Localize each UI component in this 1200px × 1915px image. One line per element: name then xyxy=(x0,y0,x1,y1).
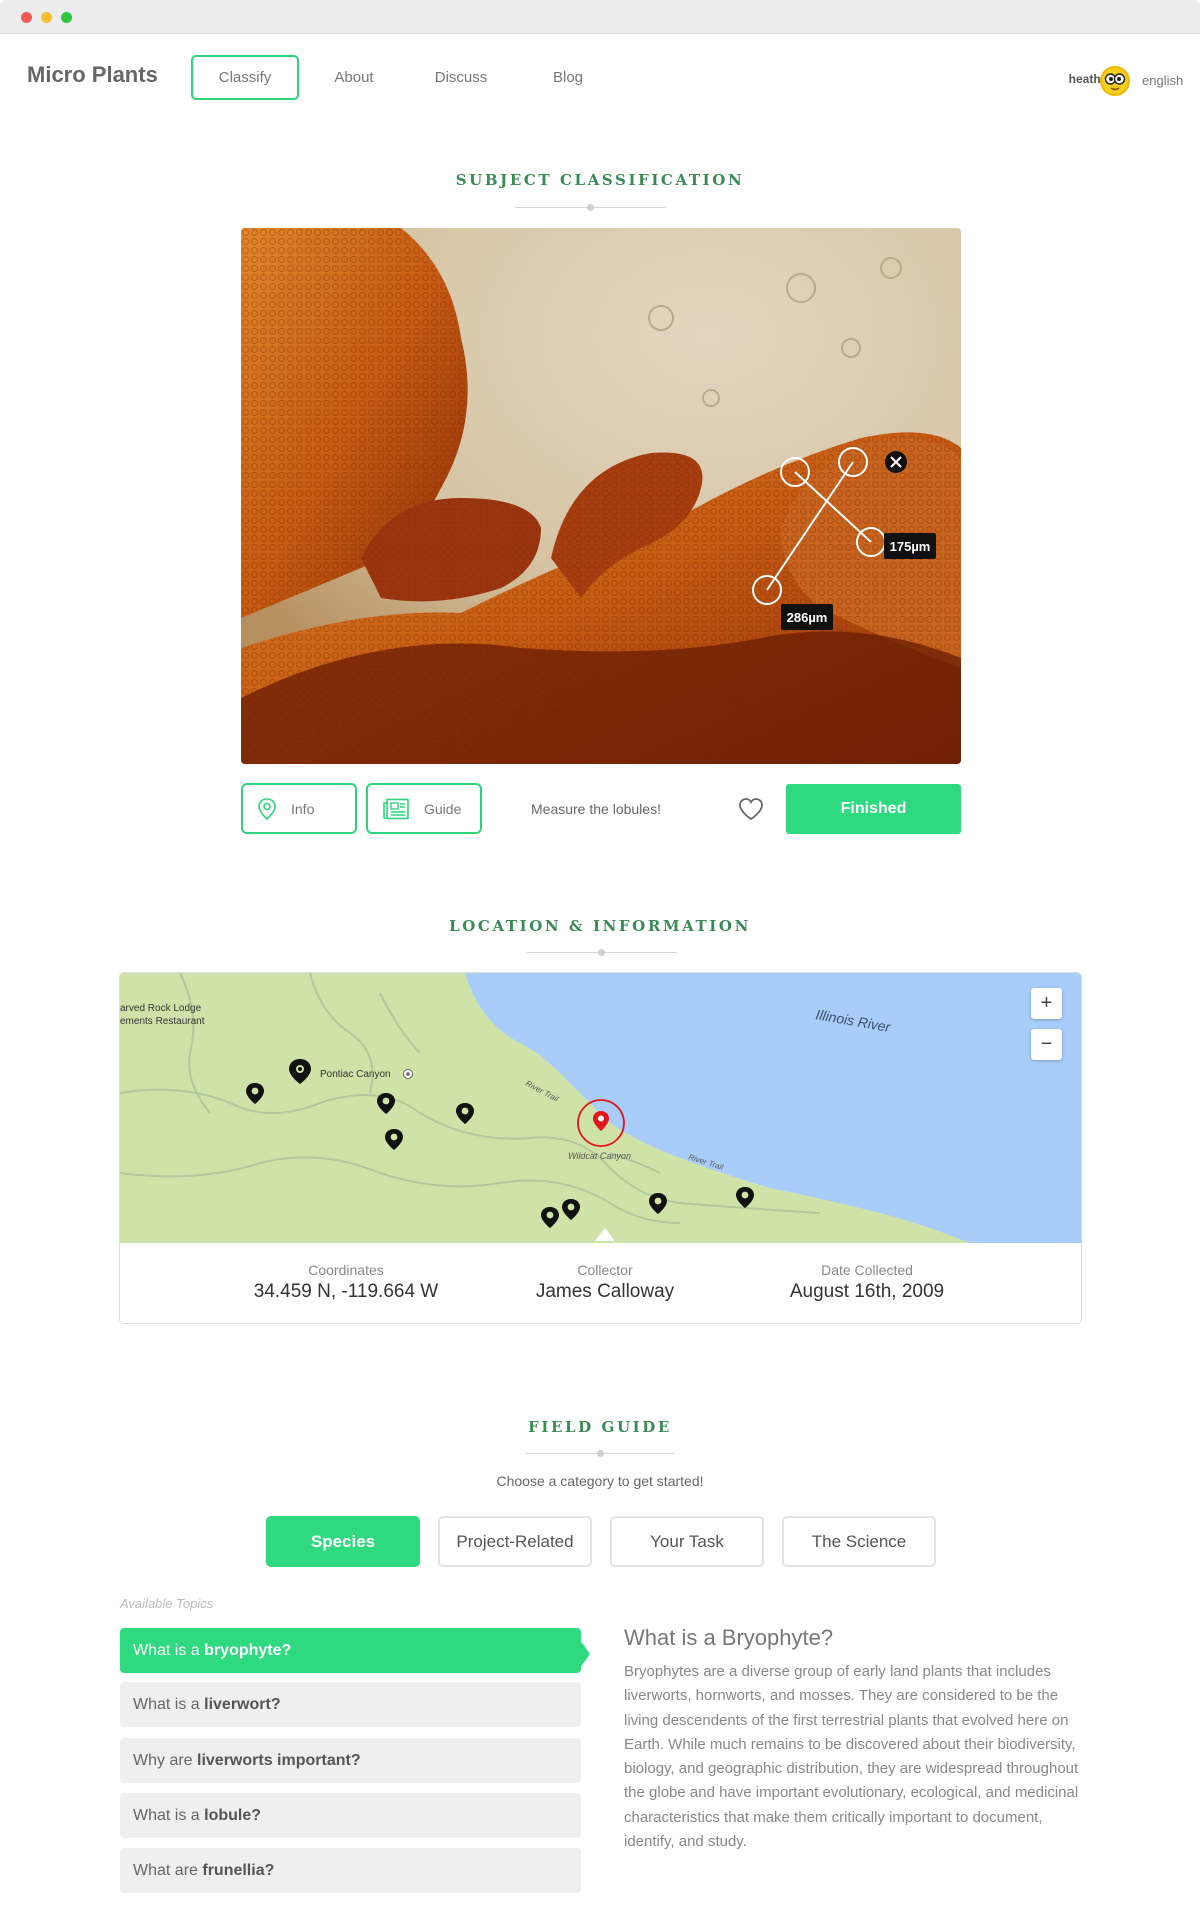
topic-item-lobule[interactable]: What is a lobule? xyxy=(120,1793,581,1838)
date-collected-value: August 16th, 2009 xyxy=(789,1281,945,1302)
category-tab-project-related[interactable]: Project-Related xyxy=(438,1516,592,1567)
map-label-pontiac: Pontiac Canyon xyxy=(320,1069,391,1080)
topic-term: bryophyte? xyxy=(204,1641,292,1659)
svg-text:175µm: 175µm xyxy=(890,539,931,554)
location-pin-icon xyxy=(257,797,277,821)
language-selector[interactable]: english xyxy=(1142,73,1183,88)
topic-prefix: What is a xyxy=(133,1806,205,1824)
map-label-wildcat: Wildcat Canyon xyxy=(568,1151,631,1161)
date-collected-info: Date Collected August 16th, 2009 xyxy=(737,1262,997,1303)
collector-value: James Calloway xyxy=(535,1281,675,1302)
topic-term: frunellia? xyxy=(202,1861,275,1879)
coordinates-value: 34.459 N, -119.664 W xyxy=(253,1281,439,1302)
divider-dot xyxy=(597,1450,604,1457)
nav-discuss[interactable]: Discuss xyxy=(416,55,506,100)
topic-prefix: What is a xyxy=(133,1695,205,1713)
measurement-label-286: 286µm xyxy=(781,604,833,630)
coordinates-label: Coordinates xyxy=(308,1262,384,1278)
maximize-window-button[interactable] xyxy=(61,12,72,23)
measurement-label-175: 175µm xyxy=(884,533,936,559)
topic-prefix: Why are xyxy=(133,1751,198,1769)
collector-label: Collector xyxy=(577,1262,633,1278)
nav-blog[interactable]: Blog xyxy=(528,55,608,100)
info-button[interactable]: Info xyxy=(241,783,357,834)
zoom-in-button[interactable]: + xyxy=(1031,988,1062,1019)
zoom-out-button[interactable]: − xyxy=(1031,1029,1062,1060)
guide-button-label: Guide xyxy=(424,800,462,817)
coordinates-info: Coordinates 34.459 N, -119.664 W xyxy=(216,1262,476,1303)
category-tab-the-science[interactable]: The Science xyxy=(782,1516,936,1567)
subject-image[interactable]: 175µm 286µm xyxy=(241,228,961,764)
map-label-restaurant: ements Restaurant xyxy=(120,1016,205,1027)
collector-info: Collector James Calloway xyxy=(475,1262,735,1303)
nav-classify[interactable]: Classify xyxy=(191,55,299,100)
topic-term: liverworts important? xyxy=(197,1751,361,1769)
map-label-lodge: arved Rock Lodge xyxy=(120,1003,202,1014)
divider-dot xyxy=(598,949,605,956)
article-title: What is a Bryophyte? xyxy=(624,1625,834,1650)
divider-dot xyxy=(587,204,594,211)
topic-prefix: What are xyxy=(133,1861,203,1879)
minimize-window-button[interactable] xyxy=(41,12,52,23)
avatar-icon xyxy=(1104,73,1126,91)
close-window-button[interactable] xyxy=(21,12,32,23)
heart-icon[interactable] xyxy=(737,796,765,822)
section-title-field-guide: FIELD GUIDE xyxy=(528,1418,672,1436)
info-button-label: Info xyxy=(291,800,315,817)
topic-item-bryophyte[interactable]: What is a bryophyte? xyxy=(120,1628,581,1673)
topic-term: lobule? xyxy=(204,1806,262,1824)
available-topics-label: Available Topics xyxy=(120,1596,214,1611)
guide-button[interactable]: Guide xyxy=(366,783,482,834)
topic-item-liverworts-important[interactable]: Why are liverworts important? xyxy=(120,1738,581,1783)
window-titlebar xyxy=(0,0,1200,34)
section-title-classification: SUBJECT CLASSIFICATION xyxy=(455,171,745,189)
brand-logo[interactable]: Micro Plants xyxy=(27,62,158,88)
task-prompt: Measure the lobules! xyxy=(531,801,661,817)
collection-map[interactable]: arved Rock Lodge ements Restaurant Ponti… xyxy=(120,973,1081,1243)
avatar[interactable] xyxy=(1100,66,1130,96)
finished-button[interactable]: Finished xyxy=(786,784,961,834)
newspaper-icon xyxy=(382,798,410,820)
category-tab-species[interactable]: Species xyxy=(266,1516,420,1567)
section-title-location: LOCATION & INFORMATION xyxy=(449,917,751,935)
date-collected-label: Date Collected xyxy=(821,1262,913,1278)
active-topic-arrow xyxy=(580,1640,590,1668)
topic-term: liverwort? xyxy=(204,1695,281,1713)
category-tab-your-task[interactable]: Your Task xyxy=(610,1516,764,1567)
svg-text:286µm: 286µm xyxy=(787,610,828,625)
remove-measurement-icon[interactable] xyxy=(885,451,907,473)
article-body: Bryophytes are a diverse group of early … xyxy=(624,1663,1079,1851)
topic-item-frunellia[interactable]: What are frunellia? xyxy=(120,1848,581,1893)
field-guide-subtitle: Choose a category to get started! xyxy=(496,1473,704,1489)
topic-prefix: What is a xyxy=(133,1641,205,1659)
nav-about[interactable]: About xyxy=(311,55,397,100)
topic-item-liverwort[interactable]: What is a liverwort? xyxy=(120,1682,581,1727)
